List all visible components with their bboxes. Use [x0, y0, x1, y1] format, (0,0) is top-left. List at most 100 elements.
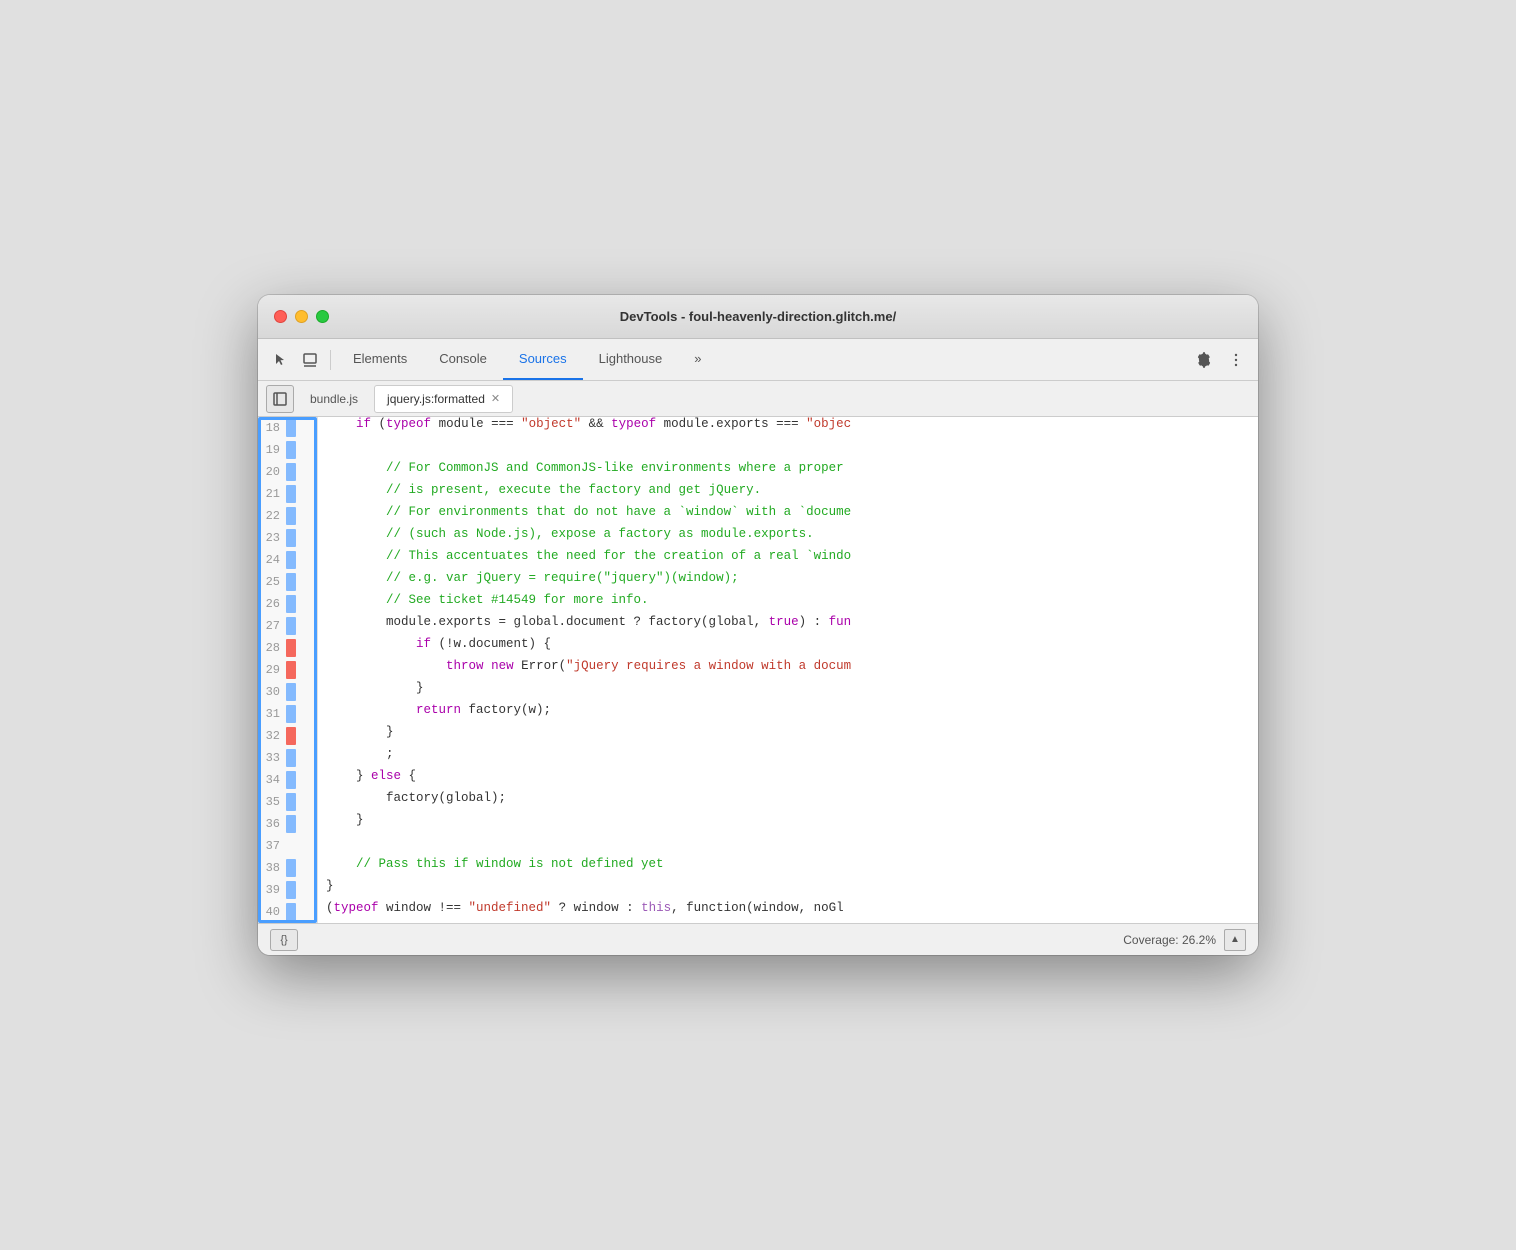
coverage-indicator	[286, 573, 296, 591]
tab-elements[interactable]: Elements	[337, 339, 423, 380]
window-title: DevTools - foul-heavenly-direction.glitc…	[620, 309, 896, 324]
coverage-indicator	[286, 441, 296, 459]
code-area: 1819202122232425262728293031323334353637…	[258, 417, 1258, 923]
gutter-line: 26	[258, 593, 317, 615]
gutter-line: 37	[258, 835, 317, 857]
file-tab-jquery[interactable]: jquery.js:formatted ✕	[374, 385, 513, 413]
line-number: 26	[258, 597, 286, 611]
tab-console[interactable]: Console	[423, 339, 503, 380]
devtools-toolbar: Elements Console Sources Lighthouse »	[258, 339, 1258, 381]
coverage-indicator	[286, 815, 296, 833]
maximize-button[interactable]	[316, 310, 329, 323]
gutter-line: 29	[258, 659, 317, 681]
minimize-button[interactable]	[295, 310, 308, 323]
scroll-up-button[interactable]: ▲	[1224, 929, 1246, 951]
coverage-indicator	[286, 859, 296, 877]
file-tab-bundle[interactable]: bundle.js	[298, 385, 370, 413]
coverage-indicator	[286, 749, 296, 767]
close-button[interactable]	[274, 310, 287, 323]
gutter-line: 20	[258, 461, 317, 483]
coverage-indicator	[286, 485, 296, 503]
coverage-indicator	[286, 881, 296, 899]
close-tab-icon[interactable]: ✕	[491, 392, 500, 405]
code-line: }	[326, 681, 1250, 703]
tab-lighthouse[interactable]: Lighthouse	[583, 339, 679, 380]
gutter-line: 22	[258, 505, 317, 527]
line-number: 30	[258, 685, 286, 699]
code-line: } else {	[326, 769, 1250, 791]
sidebar-toggle[interactable]	[266, 385, 294, 413]
format-button[interactable]: {}	[270, 929, 298, 951]
gutter-line: 33	[258, 747, 317, 769]
code-line: // This accentuates the need for the cre…	[326, 549, 1250, 571]
coverage-indicator	[286, 837, 296, 855]
coverage-indicator	[286, 529, 296, 547]
coverage-indicator	[286, 683, 296, 701]
coverage-indicator	[286, 463, 296, 481]
line-number: 27	[258, 619, 286, 633]
code-line: module.exports = global.document ? facto…	[326, 615, 1250, 637]
devtools-tabs: Elements Console Sources Lighthouse »	[337, 339, 1188, 380]
line-number: 37	[258, 839, 286, 853]
gutter-line: 38	[258, 857, 317, 879]
code-line: // See ticket #14549 for more info.	[326, 593, 1250, 615]
gutter-line: 25	[258, 571, 317, 593]
line-number: 18	[258, 421, 286, 435]
line-number: 20	[258, 465, 286, 479]
line-number: 34	[258, 773, 286, 787]
tab-sources[interactable]: Sources	[503, 339, 583, 380]
cursor-icon[interactable]	[266, 346, 294, 374]
tab-more[interactable]: »	[678, 339, 717, 380]
gutter-line: 23	[258, 527, 317, 549]
coverage-indicator	[286, 419, 296, 437]
code-line: if (typeof module === "object" && typeof…	[326, 417, 1250, 439]
title-bar: DevTools - foul-heavenly-direction.glitc…	[258, 295, 1258, 339]
gutter-line: 36	[258, 813, 317, 835]
settings-icon[interactable]	[1190, 346, 1218, 374]
code-line: // For CommonJS and CommonJS-like enviro…	[326, 461, 1250, 483]
code-content[interactable]: if (typeof module === "object" && typeof…	[318, 417, 1258, 923]
file-tabs: bundle.js jquery.js:formatted ✕	[258, 381, 1258, 417]
code-line: }	[326, 813, 1250, 835]
coverage-indicator	[286, 793, 296, 811]
status-left: {}	[270, 929, 298, 951]
devtools-window: DevTools - foul-heavenly-direction.glitc…	[258, 295, 1258, 955]
line-number: 38	[258, 861, 286, 875]
line-number: 39	[258, 883, 286, 897]
code-line: // is present, execute the factory and g…	[326, 483, 1250, 505]
line-number: 31	[258, 707, 286, 721]
gutter-line: 27	[258, 615, 317, 637]
code-line: }	[326, 725, 1250, 747]
coverage-label: Coverage: 26.2%	[1123, 933, 1216, 947]
code-line: // Pass this if window is not defined ye…	[326, 857, 1250, 879]
code-line: // e.g. var jQuery = require("jquery")(w…	[326, 571, 1250, 593]
coverage-indicator	[286, 595, 296, 613]
code-gutter: 1819202122232425262728293031323334353637…	[258, 417, 318, 923]
code-line	[326, 439, 1250, 461]
line-number: 28	[258, 641, 286, 655]
gutter-line: 19	[258, 439, 317, 461]
line-number: 33	[258, 751, 286, 765]
coverage-indicator	[286, 661, 296, 679]
gutter-line: 18	[258, 417, 317, 439]
gutter-line: 30	[258, 681, 317, 703]
coverage-indicator	[286, 903, 296, 921]
coverage-indicator	[286, 771, 296, 789]
code-line: ;	[326, 747, 1250, 769]
inspect-icon[interactable]	[296, 346, 324, 374]
code-line: (typeof window !== "undefined" ? window …	[326, 901, 1250, 923]
more-options-icon[interactable]	[1222, 346, 1250, 374]
code-line: // (such as Node.js), expose a factory a…	[326, 527, 1250, 549]
line-number: 24	[258, 553, 286, 567]
line-number: 21	[258, 487, 286, 501]
coverage-indicator	[286, 727, 296, 745]
line-number: 19	[258, 443, 286, 457]
line-number: 36	[258, 817, 286, 831]
gutter-line: 34	[258, 769, 317, 791]
line-number: 23	[258, 531, 286, 545]
line-number: 22	[258, 509, 286, 523]
status-bar: {} Coverage: 26.2% ▲	[258, 923, 1258, 955]
line-number: 32	[258, 729, 286, 743]
toolbar-right	[1190, 346, 1250, 374]
coverage-indicator	[286, 639, 296, 657]
